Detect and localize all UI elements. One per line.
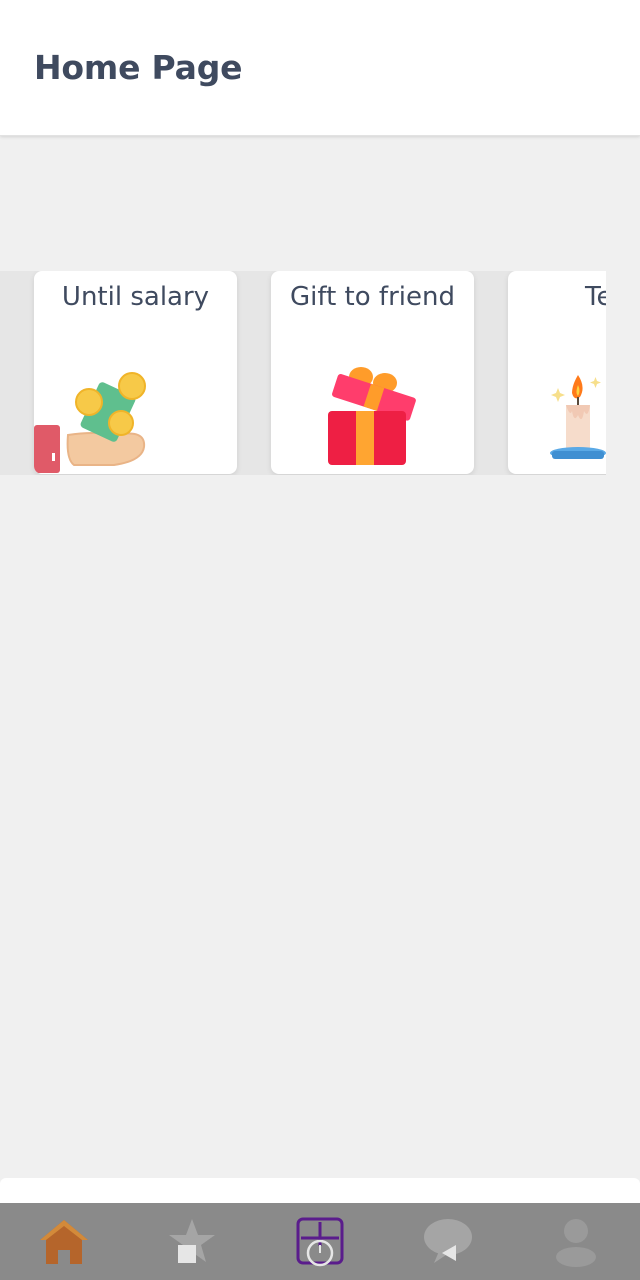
profile-icon <box>556 1218 596 1267</box>
nav-messages[interactable] <box>384 1203 512 1280</box>
candle-icon <box>550 375 606 459</box>
timer-icon <box>296 1217 344 1266</box>
card-label: Gift to friend <box>290 282 455 312</box>
card-label: Until salary <box>61 282 210 312</box>
home-icon <box>40 1219 88 1264</box>
app-header: Home Page <box>0 0 640 136</box>
nav-profile[interactable] <box>512 1203 640 1280</box>
bottom-navigation <box>0 1203 640 1280</box>
money-hand-icon <box>34 372 146 473</box>
nav-timer[interactable] <box>256 1203 384 1280</box>
chat-icon <box>424 1218 472 1263</box>
nav-home[interactable] <box>0 1203 128 1280</box>
bottom-sheet-edge <box>0 1178 640 1203</box>
page-title: Home Page <box>34 48 243 87</box>
card-gift-to-friend[interactable]: Gift to friend <box>271 271 474 474</box>
nav-favorites[interactable] <box>128 1203 256 1280</box>
card-carousel[interactable]: Until salary Gift to friend Te <box>0 271 606 475</box>
star-icon <box>169 1218 215 1263</box>
card-until-salary[interactable]: Until salary <box>34 271 237 474</box>
gift-box-icon <box>328 367 416 465</box>
card-label: Te <box>585 282 606 312</box>
card-candle[interactable]: Te <box>508 271 606 474</box>
